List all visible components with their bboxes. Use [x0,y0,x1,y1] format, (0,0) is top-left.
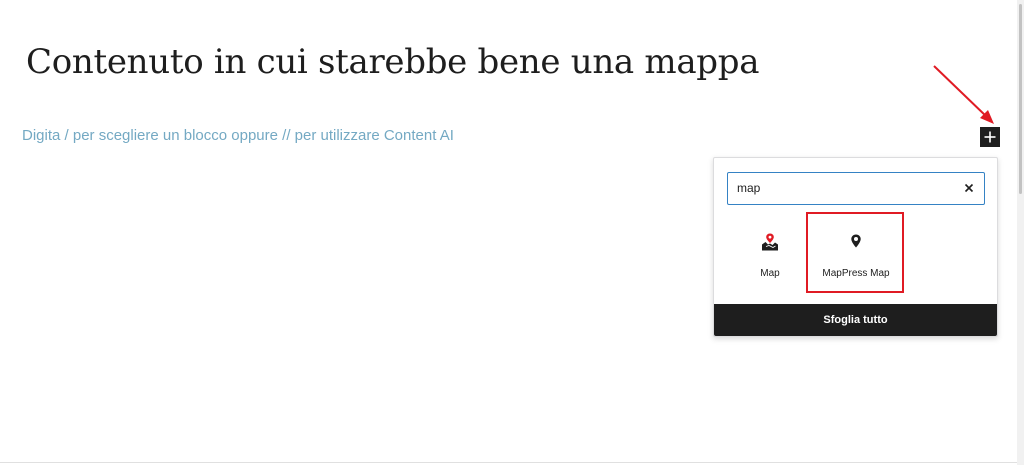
block-result-label: MapPress Map [822,268,890,279]
post-heading[interactable]: Contenuto in cui starebbe bene una mappa [26,42,760,82]
block-result-mappress-map[interactable]: MapPress Map [808,218,904,290]
map-pin-landscape-icon [762,233,778,251]
block-placeholder[interactable]: Digita / per scegliere un blocco oppure … [22,127,454,144]
block-search-box [727,172,985,205]
close-icon [964,183,974,193]
plus-icon [984,131,996,143]
block-inserter-toggle-button[interactable] [980,127,1000,147]
block-inserter-popover: Map MapPress Map Sfoglia tutto [713,157,998,337]
scrollbar[interactable] [1017,0,1024,465]
block-result-label: Map [760,268,780,279]
map-marker-icon [851,234,861,248]
divider [0,462,1017,463]
block-search-input[interactable] [728,173,953,203]
clear-search-button[interactable] [960,179,978,197]
browse-all-button[interactable]: Sfoglia tutto [714,304,997,336]
block-result-map[interactable]: Map [722,218,818,290]
annotation-arrow [933,65,994,124]
scrollbar-thumb[interactable] [1019,4,1022,194]
